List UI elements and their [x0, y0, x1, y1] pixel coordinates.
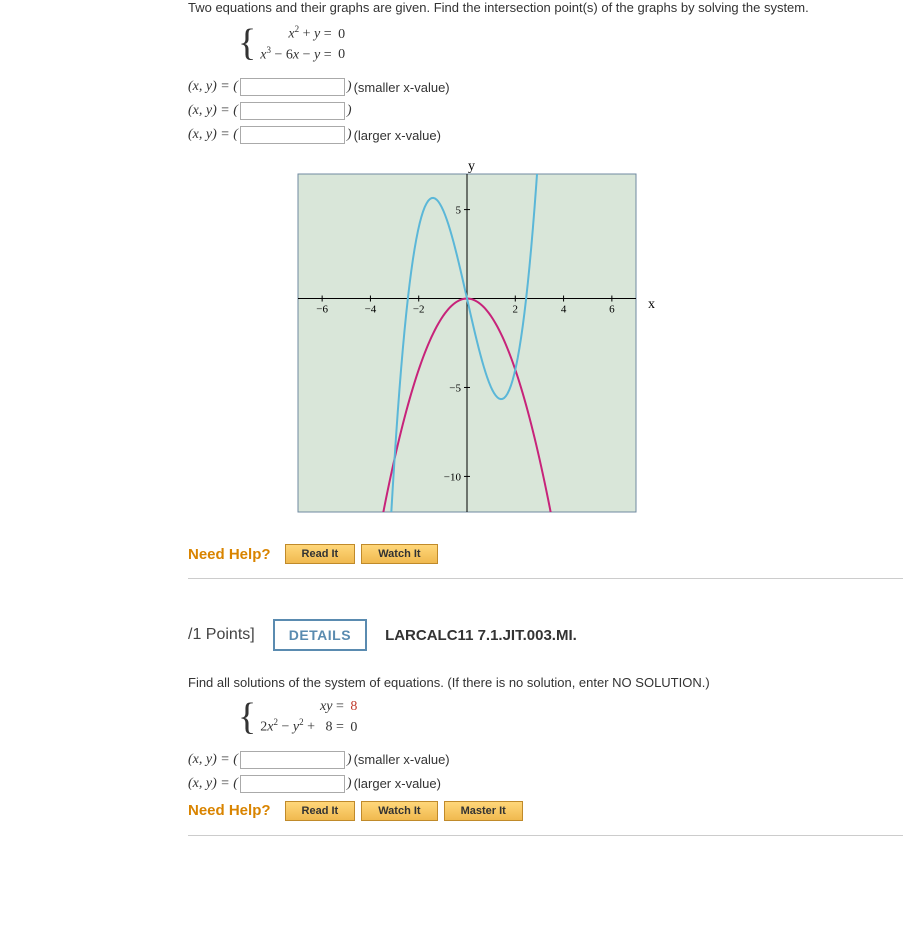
q2-eq1: xy = 8: [260, 698, 357, 716]
q1-note-3: (larger x-value): [354, 128, 441, 143]
q1-input-2[interactable]: [240, 102, 345, 120]
q1-answer-1: (x, y) = ( ) (smaller x-value): [188, 78, 903, 96]
read-it-button[interactable]: Read It: [285, 544, 356, 564]
divider: [188, 835, 903, 836]
svg-text:−2: −2: [413, 304, 425, 316]
q1-system: { x2 + y = 0 x3 − 6x − y = 0: [238, 23, 903, 64]
master-it-button[interactable]: Master It: [444, 801, 523, 821]
q1-help-row: Need Help? Read It Watch It: [188, 544, 903, 564]
q2-input-1[interactable]: [240, 751, 345, 769]
y-axis-label: y: [468, 159, 475, 174]
q2-ref: LARCALC11 7.1.JIT.003.MI.: [385, 627, 577, 644]
q2-header: /1 Points] DETAILS LARCALC11 7.1.JIT.003…: [188, 619, 903, 651]
details-button[interactable]: DETAILS: [273, 619, 367, 651]
q1-prompt: Two equations and their graphs are given…: [188, 0, 903, 15]
x-axis-label: x: [648, 297, 655, 312]
divider: [188, 578, 903, 579]
svg-text:−6: −6: [316, 304, 328, 316]
need-help-label: Need Help?: [188, 802, 271, 819]
q2-help-row: Need Help? Read It Watch It Master It: [188, 801, 903, 821]
q2-answer-2: (x, y) = ( ) (larger x-value): [188, 775, 903, 793]
watch-it-button[interactable]: Watch It: [361, 544, 437, 564]
q2-note-2: (larger x-value): [354, 776, 441, 791]
q2-points: /1 Points]: [188, 626, 255, 644]
q2-prompt: Find all solutions of the system of equa…: [188, 675, 903, 690]
svg-text:4: 4: [561, 304, 567, 316]
svg-text:−10: −10: [444, 472, 462, 484]
q1-graph: −6 −4 −2 2 4 6 −10 −5 5 y x: [288, 158, 903, 528]
svg-text:5: 5: [456, 205, 462, 217]
q1-eq2: x3 − 6x − y = 0: [260, 44, 345, 65]
watch-it-button[interactable]: Watch It: [361, 801, 437, 821]
q2-note-1: (smaller x-value): [354, 752, 450, 767]
read-it-button[interactable]: Read It: [285, 801, 356, 821]
q2-system: { xy = 8 2x2 − y2 + 8 = 0: [238, 698, 903, 737]
q2-eq2: 2x2 − y2 + 8 = 0: [260, 716, 357, 737]
brace-icon: {: [238, 30, 256, 57]
q1-answer-3: (x, y) = ( ) (larger x-value): [188, 126, 903, 144]
svg-text:−5: −5: [449, 383, 461, 395]
chart: −6 −4 −2 2 4 6 −10 −5 5 y x: [288, 158, 668, 528]
svg-text:2: 2: [513, 304, 519, 316]
q1-note-1: (smaller x-value): [354, 80, 450, 95]
svg-text:−4: −4: [365, 304, 377, 316]
svg-text:6: 6: [609, 304, 615, 316]
need-help-label: Need Help?: [188, 546, 271, 563]
q1-answer-2: (x, y) = ( ): [188, 102, 903, 120]
q1-eq1: x2 + y = 0: [260, 23, 345, 44]
q2-input-2[interactable]: [240, 775, 345, 793]
q2-answer-1: (x, y) = ( ) (smaller x-value): [188, 751, 903, 769]
brace-icon: {: [238, 704, 256, 731]
q1-input-3[interactable]: [240, 126, 345, 144]
q1-input-1[interactable]: [240, 78, 345, 96]
